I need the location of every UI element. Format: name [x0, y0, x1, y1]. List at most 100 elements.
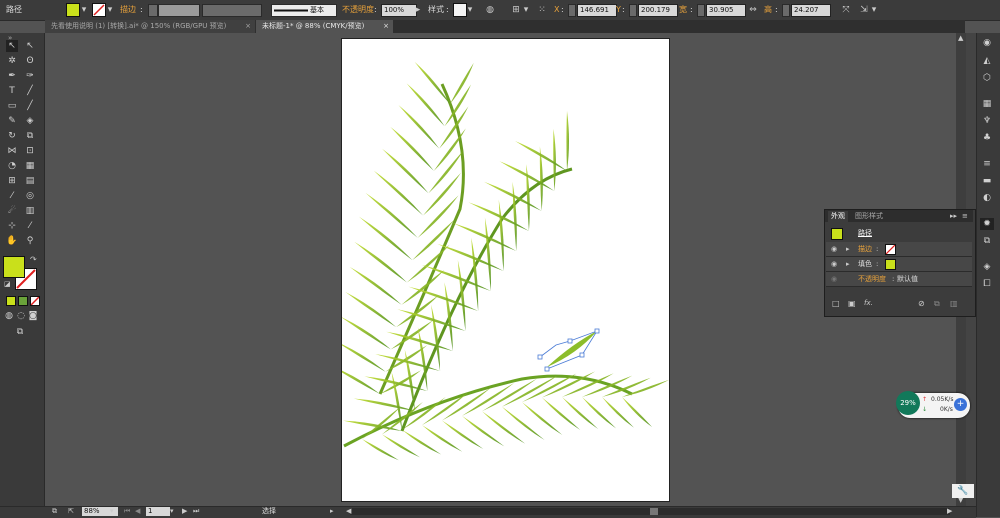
- stroke-row-label[interactable]: 描边: [858, 243, 872, 255]
- zoom-tool-icon[interactable]: ⚲: [24, 235, 36, 247]
- symbols-icon[interactable]: ♣: [980, 132, 994, 144]
- mesh-tool-icon[interactable]: ⊞: [6, 175, 18, 187]
- draw-inside-icon[interactable]: ◙: [28, 310, 38, 322]
- brushes-icon[interactable]: ♆: [980, 115, 994, 127]
- previous-artboard-icon[interactable]: ◀: [135, 506, 140, 517]
- constrain-proportions-icon[interactable]: ⇔: [747, 0, 759, 20]
- direct-selection-tool-icon[interactable]: ↖: [24, 40, 36, 52]
- gradient-panel-icon[interactable]: ▬: [980, 175, 994, 187]
- isolate-icon[interactable]: ⇲: [858, 0, 870, 20]
- graphic-styles-icon[interactable]: ⧉: [980, 235, 994, 247]
- wrench-icon[interactable]: 🔧: [952, 484, 974, 498]
- artboard-tool-icon[interactable]: ⊹: [6, 220, 18, 232]
- artboard-number-field[interactable]: 1: [146, 507, 170, 516]
- export-icon[interactable]: ⇱: [68, 506, 74, 517]
- scroll-left-icon[interactable]: ◀: [346, 506, 351, 517]
- fill-row-swatch[interactable]: [885, 259, 896, 270]
- color-guide-icon[interactable]: ◭: [980, 55, 994, 67]
- tab-document-2[interactable]: 未标题-1* @ 88% (CMYK/预览) ×: [256, 20, 393, 33]
- color-mode-icon[interactable]: [6, 296, 16, 306]
- chevron-down-icon[interactable]: ▾: [110, 506, 114, 517]
- artboards-icon[interactable]: ⧠: [980, 278, 994, 290]
- scroll-thumb[interactable]: [650, 508, 658, 515]
- selection-tool-icon[interactable]: ↖: [6, 40, 18, 52]
- eyedropper-tool-icon[interactable]: ⁄: [6, 190, 18, 202]
- tab-appearance[interactable]: 外观: [828, 211, 848, 222]
- free-transform-tool-icon[interactable]: ⊡: [24, 145, 36, 157]
- tab-document-1[interactable]: 先看使用说明 (1) [转换].ai* @ 150% (RGB/GPU 预览) …: [45, 20, 255, 33]
- rectangle-tool-icon[interactable]: ▭: [6, 100, 18, 112]
- tab-graphic-styles[interactable]: 图形样式: [852, 211, 886, 222]
- none-mode-icon[interactable]: [30, 296, 40, 306]
- scroll-right-icon[interactable]: ▶: [947, 506, 952, 517]
- delete-item-icon[interactable]: ▥: [950, 299, 958, 308]
- blend-tool-icon[interactable]: ◎: [24, 190, 36, 202]
- shape-builder-tool-icon[interactable]: ◔: [6, 160, 18, 172]
- type-tool-icon[interactable]: T: [6, 85, 18, 97]
- y-stepper[interactable]: [629, 4, 637, 17]
- chevron-down-icon[interactable]: ▾: [80, 0, 88, 20]
- fill-row-label[interactable]: 填色: [858, 258, 872, 270]
- pencil-tool-icon[interactable]: ✎: [6, 115, 18, 127]
- column-graph-tool-icon[interactable]: ▥: [24, 205, 36, 217]
- gradient-mode-icon[interactable]: [18, 296, 28, 306]
- graphic-style-swatch[interactable]: [453, 3, 467, 17]
- artboard-navigator-icon[interactable]: ⧉: [52, 506, 57, 517]
- align-icon[interactable]: ⊞: [510, 0, 522, 20]
- add-stroke-icon[interactable]: □: [832, 299, 840, 308]
- close-icon[interactable]: ×: [383, 20, 389, 33]
- stroke-panel-icon[interactable]: ≡: [980, 158, 994, 170]
- stroke-row-swatch[interactable]: [885, 244, 896, 255]
- recolor-artwork-icon[interactable]: ◍: [484, 0, 496, 20]
- slice-tool-icon[interactable]: ⁄: [24, 220, 36, 232]
- opacity-label[interactable]: 不透明度: [342, 0, 374, 20]
- h-stepper[interactable]: [782, 4, 790, 17]
- stroke-swatch[interactable]: [92, 3, 106, 17]
- color-icon[interactable]: ⬡: [980, 72, 994, 84]
- panel-collapse-icon[interactable]: ▸▸: [950, 211, 957, 222]
- hand-tool-icon[interactable]: ✋: [6, 235, 18, 247]
- next-artboard-icon[interactable]: ▶: [182, 506, 187, 517]
- stroke-weight-stepper[interactable]: [148, 4, 158, 17]
- transform-icon[interactable]: ⤧: [840, 0, 852, 20]
- visibility-eye-icon[interactable]: ◉: [831, 243, 837, 255]
- close-icon[interactable]: ×: [245, 20, 251, 33]
- lasso-tool-icon[interactable]: ʘ: [24, 55, 36, 67]
- y-field[interactable]: 200.179: [638, 4, 678, 17]
- swatches-icon[interactable]: ▦: [980, 98, 994, 110]
- first-artboard-icon[interactable]: ⏮: [124, 506, 130, 517]
- line-tool-icon[interactable]: ╱: [24, 85, 36, 97]
- draw-normal-icon[interactable]: ◍: [4, 310, 14, 322]
- add-effect-icon[interactable]: fx.: [864, 299, 873, 307]
- chevron-down-icon[interactable]: ▾: [870, 0, 878, 20]
- symbol-sprayer-tool-icon[interactable]: ☄: [6, 205, 18, 217]
- draw-behind-icon[interactable]: ◌: [16, 310, 26, 322]
- status-menu-icon[interactable]: ▸: [330, 506, 334, 517]
- width-tool-icon[interactable]: ⋈: [6, 145, 18, 157]
- pen-tool-icon[interactable]: ✒: [6, 70, 18, 82]
- accelerate-icon[interactable]: +: [954, 398, 967, 411]
- brush-definition-dropdown[interactable]: 基本: [271, 4, 337, 17]
- x-field[interactable]: 146.691: [577, 4, 617, 17]
- chevron-right-icon[interactable]: ▸: [414, 0, 422, 20]
- opacity-field[interactable]: 100%: [381, 4, 417, 17]
- opacity-row-label[interactable]: 不透明度: [858, 273, 886, 285]
- panel-menu-icon[interactable]: ≡: [962, 211, 968, 222]
- curvature-tool-icon[interactable]: ✑: [24, 70, 36, 82]
- default-fill-stroke-icon[interactable]: ◪: [4, 280, 11, 288]
- expand-arrow-icon[interactable]: ▸: [846, 258, 850, 270]
- h-field[interactable]: 24.207: [791, 4, 831, 17]
- scroll-up-icon[interactable]: ▲: [958, 34, 963, 42]
- duplicate-item-icon[interactable]: ⧉: [934, 299, 940, 309]
- chevron-down-icon[interactable]: ▾: [466, 0, 474, 20]
- paintbrush-tool-icon[interactable]: ╱: [24, 100, 36, 112]
- appearance-icon[interactable]: ✹: [980, 218, 994, 230]
- artboard[interactable]: [341, 38, 670, 502]
- stroke-weight-field[interactable]: [158, 4, 200, 17]
- stroke-label[interactable]: 描边: [120, 0, 136, 20]
- chevron-down-icon[interactable]: ▾: [170, 506, 174, 517]
- visibility-eye-icon[interactable]: ◉: [831, 273, 837, 285]
- magic-wand-tool-icon[interactable]: ✲: [6, 55, 18, 67]
- reference-point-icon[interactable]: ⁙: [536, 0, 548, 20]
- libraries-icon[interactable]: ◉: [980, 37, 994, 49]
